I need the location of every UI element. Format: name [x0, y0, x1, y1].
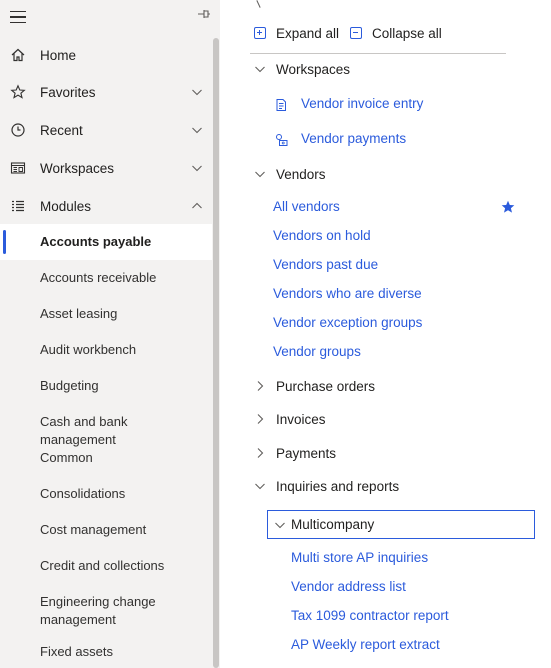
module-label: Budgeting: [40, 378, 99, 393]
module-label: Audit workbench: [40, 342, 137, 357]
module-item[interactable]: Cash and bank management: [0, 404, 212, 447]
link-vendors-who-are-diverse[interactable]: Vendors who are diverse: [273, 285, 422, 303]
chevron-down-icon[interactable]: [191, 86, 203, 98]
group-label: Purchase orders: [276, 378, 376, 394]
module-item[interactable]: Cost management: [0, 512, 212, 548]
link-vendors-on-hold[interactable]: Vendors on hold: [273, 227, 371, 245]
module-item[interactable]: Engineering change management: [0, 584, 212, 636]
module-label: Asset leasing: [40, 306, 118, 321]
nav-item-label: Favorites: [40, 84, 96, 100]
group-payments[interactable]: Payments: [254, 443, 336, 463]
module-label: Cost management: [40, 522, 147, 537]
nav-item-recent[interactable]: Recent: [0, 112, 212, 148]
module-label: Accounts receivable: [40, 270, 157, 285]
clipped-glyph: [256, 0, 261, 8]
link-all-vendors[interactable]: All vendors: [273, 198, 340, 216]
module-item[interactable]: Fixed assets: [0, 634, 212, 668]
invoice-workspace-icon: [274, 98, 288, 112]
chevron-down-icon[interactable]: [191, 162, 203, 174]
group-invoices[interactable]: Invoices: [254, 409, 326, 429]
group-label: Vendors: [276, 166, 326, 182]
link-vendor-exception-groups[interactable]: Vendor exception groups: [273, 314, 422, 332]
module-label: Accounts payable: [40, 234, 152, 249]
payment-workspace-icon: [274, 133, 288, 147]
module-content: Expand all Collapse all Workspaces Vendo…: [222, 0, 551, 668]
chevron-up-icon[interactable]: [191, 200, 203, 212]
nav-item-label: Recent: [40, 122, 83, 138]
chevron-right-icon: [254, 380, 266, 392]
favorite-star-icon[interactable]: [500, 199, 516, 215]
link-tax-1099-contractor-report[interactable]: Tax 1099 contractor report: [291, 607, 449, 625]
collapse-icon: [350, 27, 362, 39]
chevron-down-icon[interactable]: [191, 124, 203, 136]
module-label: Fixed assets: [40, 644, 113, 659]
nav-item-label: Modules: [40, 198, 92, 214]
navigation-pane: Home Favorites Recent Workspaces Modules…: [0, 0, 220, 668]
nav-item-favorites[interactable]: Favorites: [0, 74, 212, 110]
group-label: Invoices: [276, 411, 326, 427]
link-vendor-payments[interactable]: Vendor payments: [301, 130, 406, 148]
collapse-all-label: Collapse all: [372, 25, 442, 41]
group-label: Payments: [276, 445, 337, 461]
star-icon: [10, 84, 26, 100]
nav-item-workspaces[interactable]: Workspaces: [0, 150, 212, 186]
link-vendor-groups[interactable]: Vendor groups: [273, 343, 361, 361]
link-vendor-invoice-entry[interactable]: Vendor invoice entry: [301, 95, 423, 113]
hamburger-menu-icon[interactable]: [10, 11, 26, 25]
subgroup-multicompany[interactable]: Multicompany: [267, 510, 535, 539]
collapse-all-button[interactable]: Collapse all: [350, 24, 442, 42]
chevron-down-icon: [254, 168, 266, 180]
module-item[interactable]: Credit and collections: [0, 548, 212, 584]
clock-icon: [10, 122, 26, 138]
expand-icon: [254, 27, 266, 39]
workspaces-icon: [10, 160, 26, 176]
pin-icon[interactable]: [197, 8, 211, 23]
module-item[interactable]: Audit workbench: [0, 332, 212, 368]
nav-item-modules[interactable]: Modules: [0, 188, 212, 224]
module-item[interactable]: Budgeting: [0, 368, 212, 404]
module-item[interactable]: Asset leasing: [0, 296, 212, 332]
group-label: Inquiries and reports: [276, 478, 400, 494]
link-vendors-past-due[interactable]: Vendors past due: [273, 256, 378, 274]
expand-all-label: Expand all: [276, 25, 340, 41]
chevron-down-icon: [274, 519, 286, 531]
group-label: Workspaces: [276, 61, 351, 77]
module-label: Engineering change management: [40, 594, 156, 627]
module-label: Credit and collections: [40, 558, 165, 573]
link-vendor-address-list[interactable]: Vendor address list: [291, 578, 406, 596]
chevron-right-icon: [254, 413, 266, 425]
chevron-down-icon: [254, 63, 266, 75]
expand-all-button[interactable]: Expand all: [254, 24, 339, 42]
nav-item-label: Workspaces: [40, 160, 115, 176]
nav-header: [0, 0, 220, 36]
nav-item-label: Home: [40, 47, 77, 63]
group-vendors[interactable]: Vendors: [254, 164, 326, 184]
module-label: Common: [40, 450, 93, 465]
scrollbar-thumb[interactable]: [213, 38, 219, 668]
module-item-accounts-payable[interactable]: Accounts payable: [0, 224, 212, 260]
link-ap-weekly-report-extract[interactable]: AP Weekly report extract: [291, 636, 440, 654]
link-multi-store-ap-inquiries[interactable]: Multi store AP inquiries: [291, 549, 428, 567]
subgroup-label: Multicompany: [291, 517, 375, 532]
module-item[interactable]: Accounts receivable: [0, 260, 212, 296]
group-inquiries-and-reports[interactable]: Inquiries and reports: [254, 476, 399, 496]
module-item[interactable]: Consolidations: [0, 476, 212, 512]
chevron-right-icon: [254, 447, 266, 459]
group-workspaces[interactable]: Workspaces: [254, 59, 350, 79]
group-purchase-orders[interactable]: Purchase orders: [254, 376, 375, 396]
nav-item-home[interactable]: Home: [0, 37, 212, 73]
home-icon: [10, 47, 26, 63]
chevron-down-icon: [254, 480, 266, 492]
module-label: Consolidations: [40, 486, 126, 501]
toolbar-divider: [250, 53, 506, 54]
module-item[interactable]: Common: [0, 440, 212, 476]
list-icon: [10, 198, 26, 214]
